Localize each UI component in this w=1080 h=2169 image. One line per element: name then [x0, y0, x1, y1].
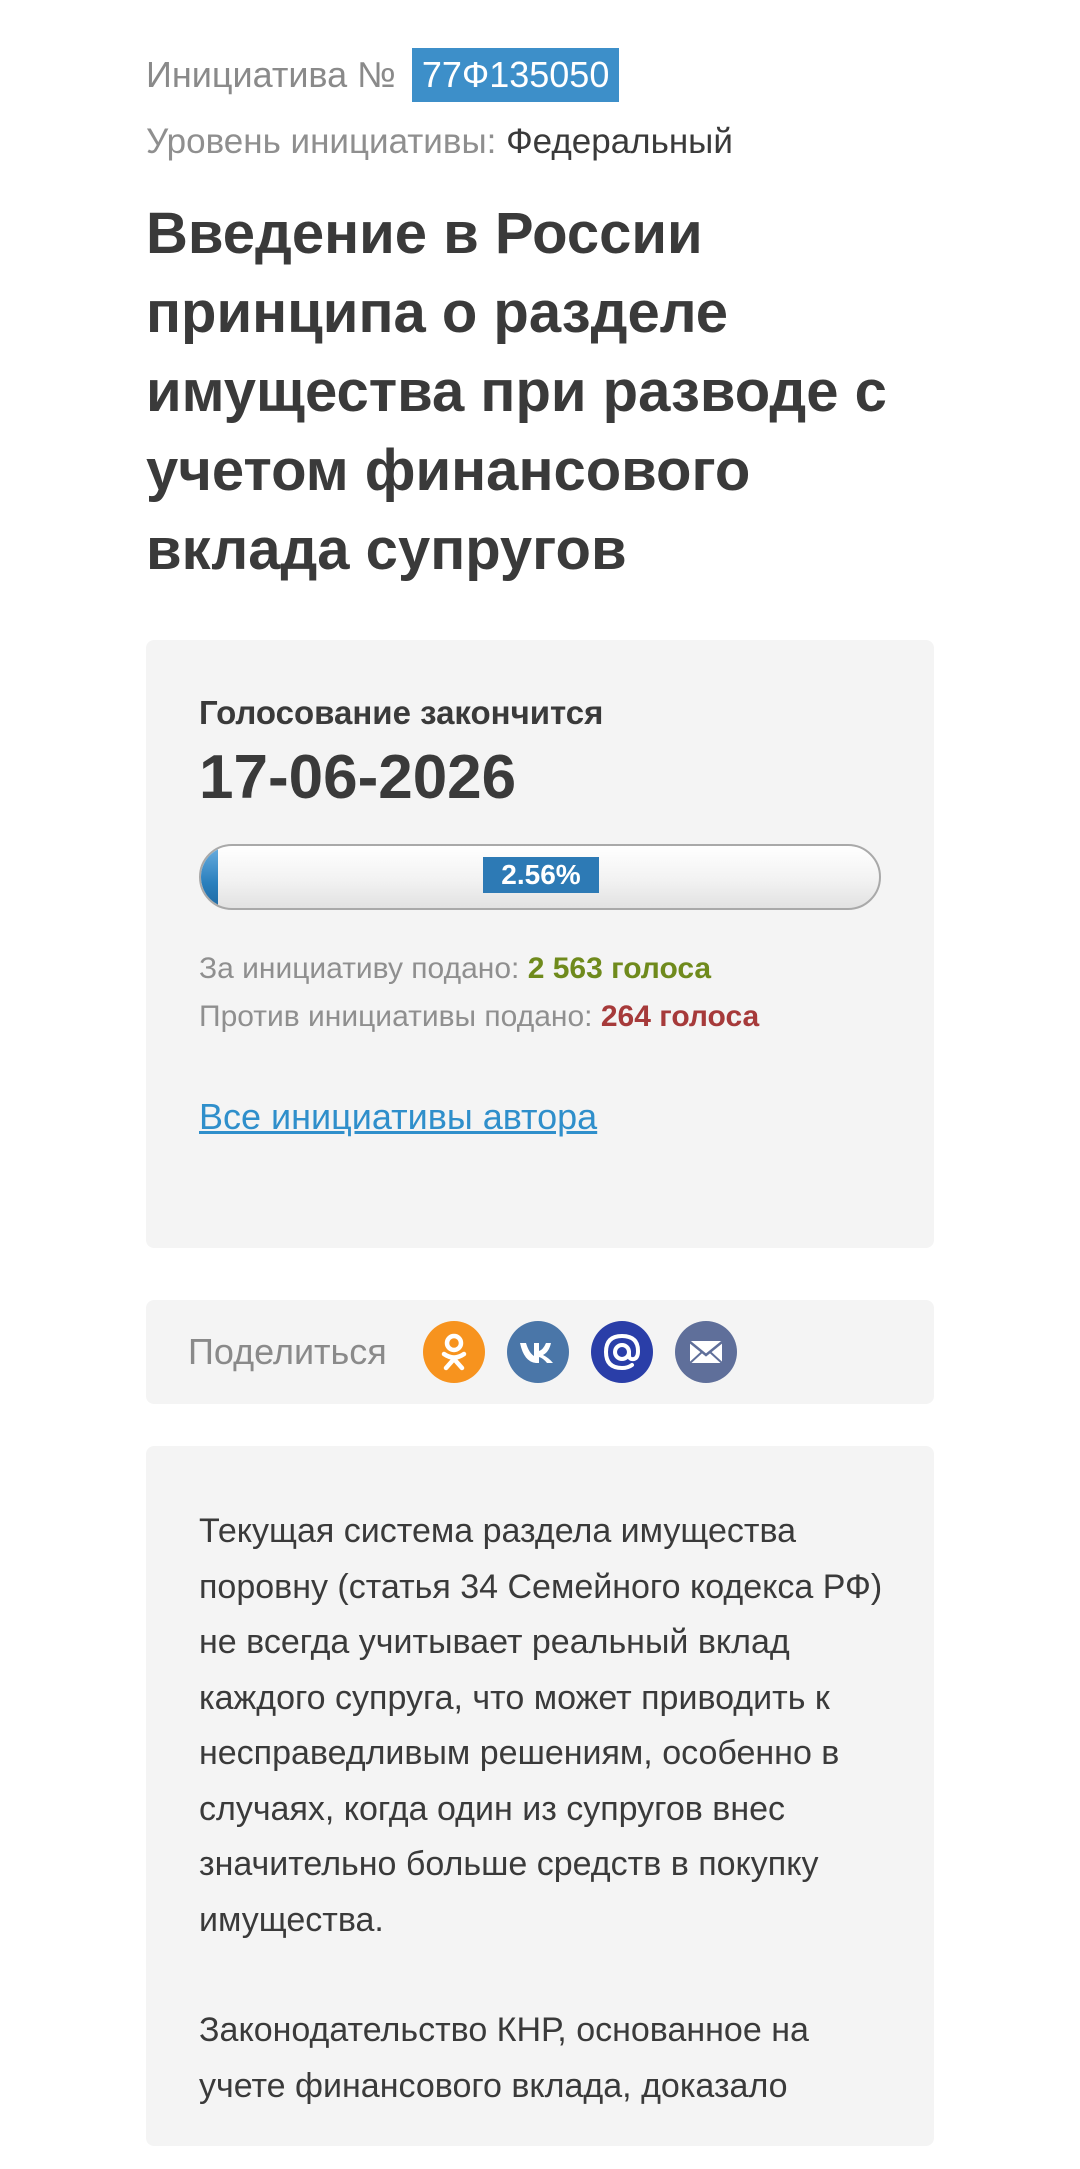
voting-progress-fill — [201, 846, 219, 908]
voting-ends-date: 17-06-2026 — [199, 743, 517, 812]
page-title: Введение в России принципа о разделе иму… — [146, 201, 887, 582]
description-card: Текущая система раздела имущества поровн… — [146, 1446, 934, 2146]
mailru-icon[interactable] — [591, 1321, 653, 1383]
share-panel: Поделиться — [146, 1300, 934, 1404]
votes-for-label: За инициативу подано: — [199, 952, 520, 985]
initiative-level-label: Уровень инициативы: — [146, 122, 497, 161]
initiative-number-label: Инициатива № — [146, 54, 396, 95]
email-icon[interactable] — [675, 1321, 737, 1383]
initiative-number-line: Инициатива № 77Ф135050 — [146, 48, 620, 102]
votes-for-line: За инициативу подано: 2 563 голоса — [199, 952, 711, 986]
description-paragraph: Законодательство КНР, основанное на учет… — [199, 2011, 809, 2105]
votes-against-line: Против инициативы подано: 264 голоса — [199, 1000, 759, 1034]
odnoklassniki-icon[interactable] — [423, 1321, 485, 1383]
description-paragraph: Текущая система раздела имущества поровн… — [199, 1512, 883, 1939]
voting-progress-bar: 2.56% — [199, 844, 881, 910]
initiative-number-badge: 77Ф135050 — [411, 48, 620, 102]
voting-progress-label: 2.56% — [483, 857, 599, 893]
author-initiatives-link[interactable]: Все инициативы автора — [199, 1096, 597, 1138]
voting-ends-label: Голосование закончится — [199, 694, 604, 731]
votes-against-count: 264 голоса — [600, 1000, 760, 1033]
share-label: Поделиться — [188, 1331, 387, 1372]
voting-card: Голосование закончится 17-06-2026 2.56% … — [146, 640, 934, 1248]
initiative-level-line: Уровень инициативы: Федеральный — [146, 118, 733, 166]
initiative-level-value: Федеральный — [506, 122, 733, 161]
description-text: Текущая система раздела имущества поровн… — [199, 1504, 899, 2169]
votes-for-count: 2 563 голоса — [527, 952, 712, 985]
vk-icon[interactable] — [507, 1321, 569, 1383]
votes-against-label: Против инициативы подано: — [199, 1000, 593, 1033]
